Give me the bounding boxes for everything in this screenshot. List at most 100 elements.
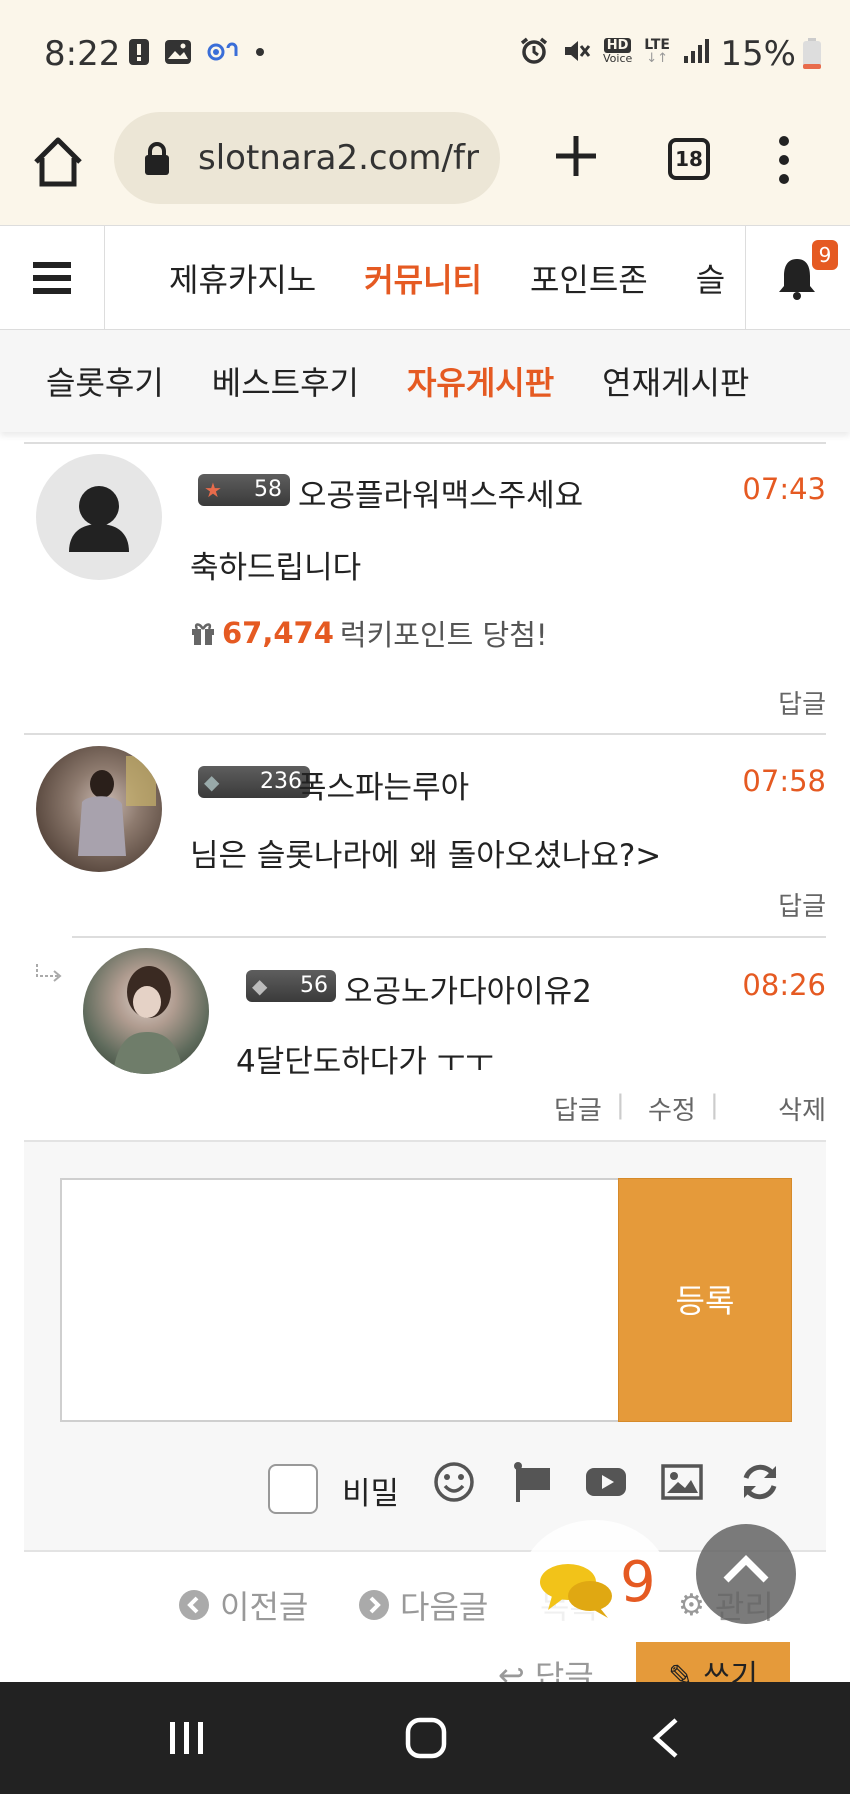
divider: [24, 733, 826, 735]
refresh-icon[interactable]: [738, 1460, 782, 1504]
status-icons-right: HD Voice LTE ↓↑: [519, 36, 710, 66]
hamburger-icon: [33, 262, 71, 294]
notification-button[interactable]: 9: [745, 226, 850, 330]
avatar: [36, 746, 162, 872]
level-shield-icon: ◆: [204, 770, 220, 794]
user-photo: [78, 756, 156, 856]
emoji-icon[interactable]: [432, 1460, 476, 1504]
level-badge: ◆ 56: [246, 970, 336, 1002]
lucky-point-amount: 67,474: [222, 616, 334, 650]
status-time: 8:22: [44, 34, 121, 74]
comment-text: 축하드립니다: [190, 550, 362, 586]
notification-badge: 9: [812, 240, 838, 270]
next-post-link[interactable]: 다음글: [358, 1582, 488, 1628]
lucky-point-line: 67,474 럭키포인트 당첨!: [190, 612, 548, 654]
next-icon: [359, 1590, 389, 1620]
alarm-icon: [520, 37, 548, 64]
nav-item-slot[interactable]: 슬: [696, 255, 725, 301]
lock-icon: [145, 142, 169, 175]
home-nav-icon[interactable]: [404, 1716, 448, 1760]
level-number: 58: [254, 477, 282, 502]
battery-status: 15%: [720, 34, 822, 74]
home-icon[interactable]: [30, 134, 86, 190]
comment-author[interactable]: 오공노가다아이유2: [344, 966, 592, 1011]
reply-link[interactable]: 답글: [554, 1090, 602, 1127]
comment-item: ◆ 236 폭스파는루아 07:58 님은 슬롯나라에 왜 돌아오셨나요?> 답…: [24, 746, 826, 928]
level-number: 56: [300, 973, 328, 998]
sub-tab-best-review[interactable]: 베스트후기: [212, 358, 359, 404]
sub-tab-slot-review[interactable]: 슬롯후기: [46, 358, 164, 404]
status-bar: 8:22 HD Voice LTE ↓↑ 15%: [0, 0, 850, 110]
scroll-top-button[interactable]: [696, 1524, 796, 1624]
default-user-icon: [69, 486, 129, 552]
comment-author[interactable]: 오공플라워맥스주세요: [298, 470, 583, 515]
comment-text: 님은 슬롯나라에 왜 돌아오셨나요?>: [190, 838, 662, 874]
site-nav: 제휴카지노 커뮤니티 포인트존 슬 9: [0, 225, 850, 330]
edit-link[interactable]: 수정: [648, 1090, 696, 1127]
dot-icon: [256, 48, 264, 56]
lte-arrows-icon: ↓↑: [646, 50, 669, 66]
divider: [24, 442, 826, 444]
board-sub-nav: 슬롯후기 베스트후기 자유게시판 연재게시판: [0, 330, 850, 432]
gift-icon: [192, 623, 214, 645]
reply-link[interactable]: 답글: [778, 684, 826, 721]
browser-toolbar: slotnara2.com/fr 18: [0, 110, 850, 225]
more-menu-icon[interactable]: [774, 134, 794, 186]
site-nav-items: 제휴카지노 커뮤니티 포인트존 슬: [105, 226, 745, 330]
comment-time: 07:58: [742, 764, 826, 798]
level-number: 236: [260, 769, 302, 794]
secret-label: 비밀: [342, 1476, 400, 1512]
level-badge: ★ 58: [198, 474, 290, 506]
separator: |: [616, 1090, 625, 1120]
prev-icon: [179, 1590, 209, 1620]
sub-tab-free-board[interactable]: 자유게시판: [407, 358, 554, 404]
submit-comment-button[interactable]: 등록: [618, 1178, 792, 1422]
nav-item-partner-casino[interactable]: 제휴카지노: [169, 255, 316, 301]
tab-switcher-button[interactable]: 18: [668, 138, 710, 180]
comment-form: 등록 비밀: [24, 1140, 826, 1552]
recent-apps-icon[interactable]: [166, 1718, 206, 1758]
separator: |: [710, 1090, 719, 1120]
new-tab-icon[interactable]: [552, 132, 600, 180]
voice-label: Voice: [603, 52, 633, 65]
chat-count: 9: [620, 1550, 656, 1615]
level-shield-icon: ◆: [252, 974, 268, 998]
hd-voice-icon: HD Voice: [603, 38, 632, 64]
avatar: [83, 948, 209, 1074]
youtube-icon[interactable]: [584, 1460, 628, 1504]
battery-icon: [803, 38, 821, 69]
comment-textarea[interactable]: [60, 1178, 620, 1422]
nav-item-community[interactable]: 커뮤니티: [364, 255, 482, 301]
status-icons-left: [128, 38, 266, 66]
flag-icon[interactable]: [510, 1460, 554, 1504]
comment-author[interactable]: 폭스파는루아: [298, 762, 469, 807]
signal-icon: [684, 39, 709, 63]
comment-reply-item: ◆ 56 오공노가다아이유2 08:26 4달단도하다가 ㅜㅜ 답글 | 수정 …: [24, 948, 826, 1134]
alert-icon: [129, 39, 149, 65]
reply-link[interactable]: 답글: [778, 886, 826, 923]
sub-tab-series-board[interactable]: 연재게시판: [602, 358, 749, 404]
link-icon: [207, 42, 238, 61]
secret-checkbox[interactable]: [268, 1464, 318, 1514]
nav-item-point-zone[interactable]: 포인트존: [530, 255, 648, 301]
comment-time: 08:26: [742, 968, 826, 1002]
hamburger-menu-button[interactable]: [0, 226, 105, 330]
chevron-up-icon: [723, 1555, 769, 1583]
prev-post-link[interactable]: 이전글: [178, 1582, 308, 1628]
comment-item: ★ 58 오공플라워맥스주세요 07:43 축하드립니다 67,474 럭키포인…: [24, 454, 826, 730]
url-bar[interactable]: slotnara2.com/fr: [114, 112, 500, 204]
url-text: slotnara2.com/fr: [198, 138, 479, 178]
user-photo: [113, 966, 183, 1074]
comment-text: 4달단도하다가 ㅜㅜ: [236, 1044, 494, 1080]
lte-label: LTE: [644, 36, 670, 53]
back-icon[interactable]: [648, 1716, 684, 1760]
chat-bubbles-icon: [540, 1564, 612, 1618]
prev-post-label: 이전글: [220, 1588, 309, 1626]
hd-label: HD: [603, 38, 632, 53]
image-upload-icon[interactable]: [660, 1460, 704, 1504]
avatar: [36, 454, 162, 580]
system-nav-bar: [0, 1682, 850, 1794]
lucky-point-label: 럭키포인트 당첨!: [339, 618, 548, 652]
lte-icon: LTE ↓↑: [644, 38, 670, 65]
delete-link[interactable]: 삭제: [778, 1090, 826, 1127]
